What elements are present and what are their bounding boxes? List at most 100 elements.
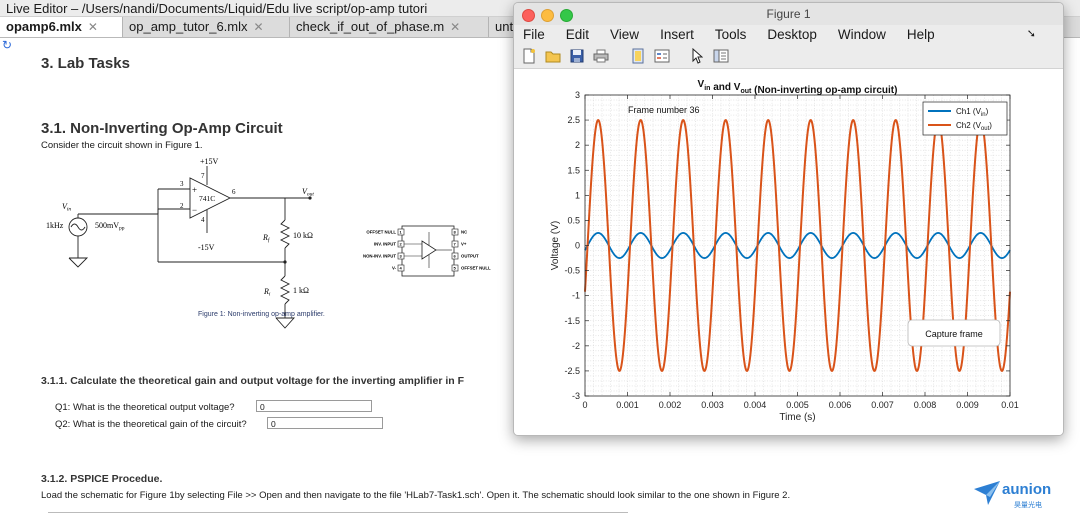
run-section-icon[interactable]: ↻ (2, 38, 12, 52)
heading-lab-tasks: 3. Lab Tasks (41, 55, 130, 72)
menu-help[interactable]: Help (907, 25, 935, 44)
x-tick-label: 0.004 (744, 400, 767, 410)
menu-edit[interactable]: Edit (566, 25, 589, 44)
dip-pin-label-right: OUTPUT (461, 254, 479, 259)
menu-window[interactable]: Window (838, 25, 886, 44)
menu-file[interactable]: File (523, 25, 545, 44)
print-icon[interactable] (592, 48, 609, 65)
dip-pin-label-left: V- (392, 266, 397, 271)
pin4-label: 4 (201, 216, 205, 224)
q2-answer-field[interactable]: 0 (267, 417, 383, 429)
svg-text:Rf: Rf (262, 233, 271, 244)
q1-label: Q1: What is the theoretical output volta… (55, 402, 235, 413)
property-inspector-icon[interactable] (712, 48, 729, 65)
menu-insert[interactable]: Insert (660, 25, 694, 44)
tab-label: unt (495, 19, 514, 34)
q1-answer-field[interactable]: 0 (256, 400, 372, 412)
svg-text:aunion: aunion (1002, 481, 1051, 498)
x-tick-label: 0.002 (659, 400, 682, 410)
close-tab-icon[interactable]: ✕ (450, 17, 460, 37)
y-tick-label: 0 (575, 241, 580, 251)
editor-title: Live Editor – /Users/nandi/Documents/Liq… (6, 1, 428, 16)
dip-pin-label-left: NON-INV. INPUT (363, 254, 396, 259)
menu-tools[interactable]: Tools (715, 25, 747, 44)
amp-sub: pp (119, 226, 125, 232)
y-tick-label: 1.5 (567, 165, 580, 175)
new-file-icon[interactable] (520, 48, 537, 65)
figure-toolbar (514, 44, 1063, 69)
x-tick-label: 0.009 (956, 400, 979, 410)
capture-frame-button[interactable]: Capture frame (907, 319, 1001, 347)
legend-close: ) (989, 121, 992, 130)
legend-close: ) (986, 107, 989, 116)
insert-legend-icon[interactable] (653, 48, 670, 65)
y-tick-label: 2 (575, 140, 580, 150)
y-tick-label: -0.5 (564, 266, 580, 276)
pspice-text: Load the schematic for Figure 1by select… (41, 490, 791, 501)
amp-label: 500mV (95, 221, 119, 230)
plus-sign: + (192, 185, 197, 195)
figure-title-bar[interactable]: Figure 1 (514, 3, 1063, 25)
link-plot-icon[interactable] (629, 48, 646, 65)
svg-text:Ri: Ri (263, 287, 271, 298)
title-part: and V (710, 82, 740, 93)
heading-calculate: 3.1.1. Calculate the theoretical gain an… (41, 375, 464, 387)
y-tick-label: 2.5 (567, 115, 580, 125)
y-tick-label: -1.5 (564, 316, 580, 326)
x-tick-label: 0.003 (701, 400, 724, 410)
tab-check-phase[interactable]: check_if_out_of_phase.m ✕ (290, 17, 489, 37)
dip-pin-label-right: NC (461, 230, 467, 235)
close-tab-icon[interactable]: ✕ (88, 17, 98, 37)
title-part: (Non-inverting op-amp circuit) (751, 85, 897, 96)
voltage-chart[interactable]: 0 0.001 0.002 0.003 0.004 0.005 0.006 0.007 0.00… (514, 69, 1063, 435)
pin3-label: 3 (180, 180, 184, 188)
intro-text: Consider the circuit shown in Figure 1. (41, 140, 203, 151)
x-tick-label: 0.01 (1001, 400, 1019, 410)
y-tick-label: -2 (572, 341, 580, 351)
tab-opamp6[interactable]: opamp6.mlx ✕ (0, 17, 123, 37)
q2-label: Q2: What is the theoretical gain of the … (55, 419, 247, 430)
figure-menu-bar: File Edit View Insert Tools Desktop Wind… (514, 25, 1063, 44)
close-window-icon[interactable] (522, 9, 535, 22)
rf-value: 10 kΩ (293, 231, 313, 240)
dip-pin-label-right: OFFSET NULL (461, 266, 491, 271)
save-icon[interactable] (568, 48, 585, 65)
y-tick-label: -2.5 (564, 366, 580, 376)
svg-text:Vin: Vin (62, 202, 71, 213)
figure-window[interactable]: Figure 1 File Edit View Insert Tools Des… (513, 2, 1064, 436)
pin2-label: 2 (180, 202, 184, 210)
ri-sub: i (269, 292, 271, 298)
close-tab-icon[interactable]: ✕ (254, 17, 264, 37)
tab-op-amp-tutor[interactable]: op_amp_tutor_6.mlx ✕ (123, 17, 290, 37)
svg-text:昊量光电: 昊量光电 (1014, 500, 1042, 509)
minimize-window-icon[interactable] (541, 9, 554, 22)
pointer-icon[interactable] (688, 48, 705, 65)
chart-title: Vin and Vout (Non-inverting op-amp circu… (698, 79, 898, 96)
legend-name: Ch1 (V (956, 107, 982, 116)
pin7-label: 7 (201, 172, 205, 180)
plot-area: 0 0.001 0.002 0.003 0.004 0.005 0.006 0.007 0.00… (514, 69, 1063, 435)
vminus-label: -15V (198, 243, 215, 252)
capture-button-label: Capture frame (925, 329, 983, 339)
vout-sub: out (307, 192, 315, 198)
freq-label: 1kHz (46, 221, 64, 230)
menu-view[interactable]: View (610, 25, 639, 44)
chip-label: 741C (199, 194, 215, 203)
menu-desktop[interactable]: Desktop (767, 25, 817, 44)
dock-figure-icon[interactable]: ➘ (1027, 25, 1036, 44)
pin6-label: 6 (232, 188, 236, 196)
x-tick-label: 0 (582, 400, 587, 410)
x-axis-label: Time (s) (779, 412, 815, 423)
y-tick-label: 1 (575, 190, 580, 200)
figure-caption: Figure 1: Non-inverting op-amp amplifier… (198, 311, 325, 318)
open-folder-icon[interactable] (544, 48, 561, 65)
dip-pin-label-right: V+ (461, 242, 467, 247)
vin-sub: in (67, 207, 72, 213)
heading-pspice: 3.1.2. PSPICE Procedue. (41, 473, 163, 485)
svg-text:500mVpp: 500mVpp (95, 221, 125, 232)
y-tick-label: -3 (572, 391, 580, 401)
schematic-placeholder-border (48, 512, 628, 513)
ri-value: 1 kΩ (293, 286, 309, 295)
zoom-window-icon[interactable] (560, 9, 573, 22)
tab-label: op_amp_tutor_6.mlx (129, 19, 248, 34)
